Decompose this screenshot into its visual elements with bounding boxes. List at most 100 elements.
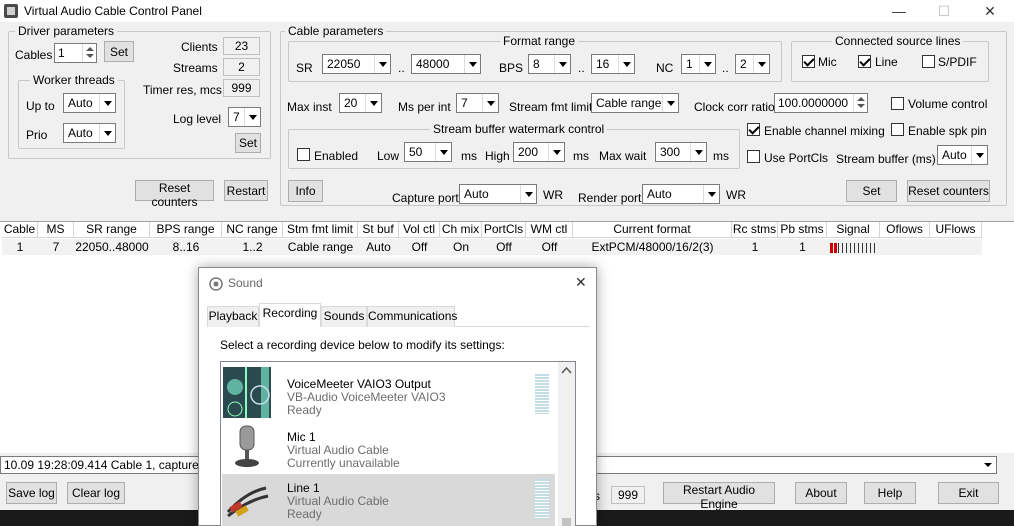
scrollbar[interactable] xyxy=(558,362,575,526)
chevron-down-icon[interactable] xyxy=(690,143,706,161)
mic-checkbox[interactable] xyxy=(802,55,815,68)
column-header[interactable]: SR range xyxy=(74,222,150,238)
column-header[interactable]: St buf xyxy=(358,222,399,238)
enable-spk-pin-checkbox[interactable] xyxy=(891,123,904,136)
column-header[interactable]: NC range xyxy=(222,222,283,238)
cables-spinner[interactable]: 1 xyxy=(54,43,97,63)
column-header[interactable]: BPS range xyxy=(150,222,222,238)
sr-min-combo[interactable]: 22050 xyxy=(322,54,391,74)
stream-fmt-limit-combo[interactable]: Cable range xyxy=(591,93,679,113)
prio-combo[interactable]: Auto xyxy=(63,123,116,143)
maximize-button[interactable]: ☐ xyxy=(921,0,967,22)
chevron-down-icon[interactable] xyxy=(662,94,678,112)
column-header[interactable]: Oflows xyxy=(880,222,930,238)
chevron-down-icon[interactable] xyxy=(971,146,987,164)
max-wait-ms-label: ms xyxy=(713,149,729,163)
low-combo[interactable]: 50 xyxy=(404,142,452,162)
about-button[interactable]: About xyxy=(795,482,847,504)
max-inst-combo[interactable]: 20 xyxy=(339,93,382,113)
bps-max-combo[interactable]: 16 xyxy=(591,54,635,74)
line-checkbox[interactable] xyxy=(858,55,871,68)
clear-log-button[interactable]: Clear log xyxy=(67,482,125,504)
spdif-checkbox[interactable] xyxy=(922,55,935,68)
driver-set-button[interactable]: Set xyxy=(235,133,261,153)
spin-arrows-icon[interactable] xyxy=(853,94,867,112)
column-header[interactable]: Pb stms xyxy=(778,222,827,238)
chevron-down-icon[interactable] xyxy=(435,143,451,161)
clock-corr-spinner[interactable]: 100.0000000 xyxy=(774,93,868,113)
device-status: Ready xyxy=(287,403,322,417)
help-button[interactable]: Help xyxy=(864,482,916,504)
scrollbar-thumb[interactable] xyxy=(562,518,571,526)
column-header[interactable]: Rc stms xyxy=(732,222,778,238)
table-cell: Off xyxy=(411,240,428,254)
ms-per-int-combo[interactable]: 7 xyxy=(456,93,499,113)
restart-button[interactable]: Restart xyxy=(224,180,268,201)
upto-combo[interactable]: Auto xyxy=(63,93,116,113)
column-header[interactable]: PortCls xyxy=(482,222,526,238)
chevron-down-icon[interactable] xyxy=(482,94,498,112)
watermark-enabled-checkbox[interactable] xyxy=(297,148,310,161)
chevron-down-icon[interactable] xyxy=(244,108,260,126)
column-header[interactable]: WM ctl xyxy=(526,222,573,238)
chevron-down-icon[interactable] xyxy=(703,185,719,203)
recording-device-list[interactable]: VoiceMeeter VAIO3 Output VB-Audio VoiceM… xyxy=(220,361,576,526)
chevron-down-icon[interactable] xyxy=(464,55,480,73)
sound-dialog-title: Sound xyxy=(228,276,263,290)
spin-arrows-icon[interactable] xyxy=(82,44,96,62)
enable-channel-mixing-checkbox[interactable] xyxy=(747,123,760,136)
sound-close-icon[interactable]: ✕ xyxy=(575,274,587,291)
list-item[interactable]: Mic 1 Virtual Audio Cable Currently unav… xyxy=(222,420,555,473)
tab-playback[interactable]: Playback xyxy=(207,306,259,327)
chevron-up-icon[interactable] xyxy=(558,362,575,379)
chevron-down-icon[interactable] xyxy=(980,457,996,473)
column-header[interactable]: Cable xyxy=(2,222,38,238)
tab-recording[interactable]: Recording xyxy=(259,303,321,327)
column-header[interactable]: Vol ctl xyxy=(399,222,440,238)
column-header[interactable]: Ch mix xyxy=(440,222,482,238)
list-item[interactable]: VoiceMeeter VAIO3 Output VB-Audio VoiceM… xyxy=(222,364,555,418)
restart-audio-engine-button[interactable]: Restart Audio Engine xyxy=(663,482,775,511)
list-item-selected[interactable]: Line 1 Virtual Audio Cable Ready xyxy=(222,474,555,526)
cable-reset-counters-button[interactable]: Reset counters xyxy=(907,180,990,202)
driver-reset-counters-button[interactable]: Reset counters xyxy=(135,180,214,209)
column-header[interactable]: Stm fmt limit xyxy=(283,222,358,238)
nc-min-combo[interactable]: 1 xyxy=(681,54,716,74)
save-log-button[interactable]: Save log xyxy=(6,482,57,504)
bps-min-combo[interactable]: 8 xyxy=(528,54,571,74)
chevron-down-icon[interactable] xyxy=(99,124,115,142)
close-button[interactable]: ✕ xyxy=(967,0,1013,22)
column-header[interactable]: UFlows xyxy=(930,222,982,238)
sr-max-combo[interactable]: 48000 xyxy=(411,54,481,74)
max-wait-combo[interactable]: 300 xyxy=(655,142,707,162)
chevron-down-icon[interactable] xyxy=(99,94,115,112)
chevron-down-icon[interactable] xyxy=(618,55,634,73)
minimize-button[interactable]: — xyxy=(876,0,922,22)
cables-set-button[interactable]: Set xyxy=(104,41,134,62)
chevron-down-icon[interactable] xyxy=(365,94,381,112)
exit-button[interactable]: Exit xyxy=(938,482,999,504)
column-header[interactable]: MS xyxy=(38,222,74,238)
chevron-down-icon[interactable] xyxy=(548,143,564,161)
chevron-down-icon[interactable] xyxy=(699,55,715,73)
use-portcls-checkbox[interactable] xyxy=(747,150,760,163)
info-button[interactable]: Info xyxy=(288,180,323,202)
render-port-combo[interactable]: Auto xyxy=(642,184,720,204)
chevron-down-icon[interactable] xyxy=(554,55,570,73)
nc-max-combo[interactable]: 2 xyxy=(735,54,770,74)
high-combo[interactable]: 200 xyxy=(513,142,565,162)
chevron-down-icon[interactable] xyxy=(374,55,390,73)
volume-control-checkbox[interactable] xyxy=(891,97,904,110)
cable-set-button[interactable]: Set xyxy=(846,180,897,202)
chevron-down-icon[interactable] xyxy=(520,185,536,203)
capture-port-combo[interactable]: Auto xyxy=(459,184,537,204)
chevron-down-icon[interactable] xyxy=(753,55,769,73)
tab-communications[interactable]: Communications xyxy=(367,306,457,327)
stream-buffer-combo[interactable]: Auto xyxy=(937,145,988,165)
column-header[interactable]: Current format xyxy=(573,222,732,238)
tab-sounds[interactable]: Sounds xyxy=(321,306,367,327)
sr-label: SR xyxy=(296,61,313,75)
spdif-label: S/PDIF xyxy=(938,55,977,69)
column-header[interactable]: Signal xyxy=(827,222,880,238)
log-level-combo[interactable]: 7 xyxy=(228,107,261,127)
